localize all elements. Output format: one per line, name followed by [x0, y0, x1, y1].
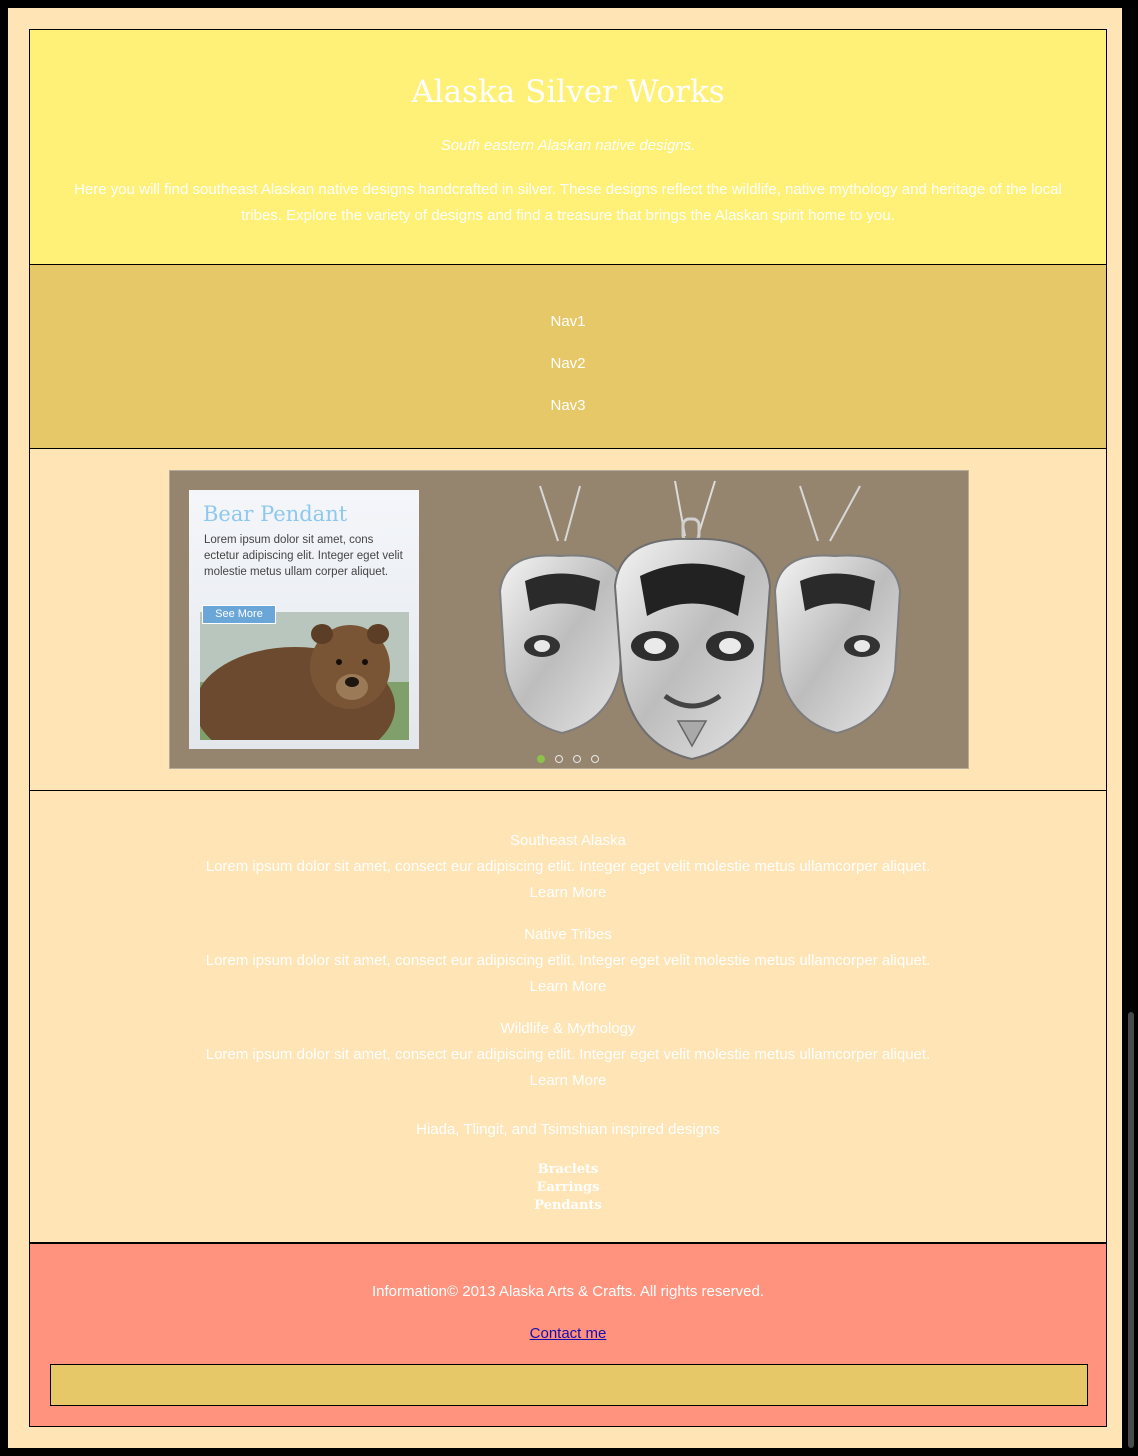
nav-item-2[interactable]: Nav2	[30, 343, 1106, 385]
intro-paragraph: Here you will find southeast Alaskan nat…	[74, 181, 1062, 224]
bear-photo	[200, 612, 409, 740]
promo-text: Lorem ipsum dolor sit amet, cons ectetur…	[204, 534, 403, 578]
inspired-designs-text: Hiada, Tlingit, and Tsimshian inspired d…	[416, 1121, 720, 1138]
topic-native-tribes: Native Tribes Lorem ipsum dolor sit amet…	[30, 922, 1106, 1000]
nav-item-3[interactable]: Nav3	[30, 385, 1106, 427]
contact-row: Contact me	[30, 1323, 1106, 1345]
topic-body: Lorem ipsum dolor sit amet, consect eur …	[205, 858, 931, 875]
banner-section: Bear Pendant Lorem ipsum dolor sit amet,…	[29, 448, 1107, 791]
site-header: Alaska Silver Works South eastern Alaska…	[29, 29, 1107, 265]
category-item-pendants[interactable]: Pendants	[30, 1197, 1106, 1215]
topic-body: Lorem ipsum dolor sit amet, consect eur …	[205, 952, 931, 969]
promo-title: Bear Pendant	[203, 502, 348, 526]
topic-heading: Wildlife & Mythology	[500, 1020, 636, 1037]
image-slideshow[interactable]: Bear Pendant Lorem ipsum dolor sit amet,…	[169, 470, 969, 769]
main-nav: Nav1 Nav2 Nav3	[29, 264, 1107, 449]
nav-item-label[interactable]: Nav1	[550, 313, 585, 330]
site-footer: Information© 2013 Alaska Arts & Crafts. …	[29, 1243, 1107, 1427]
footer-subbar	[50, 1364, 1088, 1406]
category-list: Braclets Earrings Pendants	[30, 1161, 1106, 1215]
category-item-earrings[interactable]: Earrings	[30, 1179, 1106, 1197]
nav-list: Nav1 Nav2 Nav3	[30, 301, 1106, 427]
pendant-image	[470, 471, 950, 768]
main-content: Southeast Alaska Lorem ipsum dolor sit a…	[29, 790, 1107, 1243]
see-more-button[interactable]: See More	[202, 605, 276, 624]
nav-item-label[interactable]: Nav3	[550, 397, 585, 414]
footer-info: Information© 2013 Alaska Arts & Crafts. …	[371, 1283, 765, 1300]
topic-wildlife-mythology: Wildlife & Mythology Lorem ipsum dolor s…	[30, 1016, 1106, 1094]
slide-dot-3[interactable]	[573, 755, 581, 763]
category-label[interactable]: Earrings	[537, 1180, 600, 1195]
site-title: Alaska Silver Works	[411, 74, 725, 110]
learn-more-link[interactable]: Learn More	[530, 1072, 607, 1089]
nav-item-label[interactable]: Nav2	[550, 355, 585, 372]
site-tagline: South eastern Alaskan native designs.	[440, 137, 696, 154]
topic-heading: Southeast Alaska	[510, 832, 626, 849]
learn-more-link[interactable]: Learn More	[530, 978, 607, 995]
topic-heading: Native Tribes	[524, 926, 612, 943]
category-label[interactable]: Braclets	[538, 1162, 599, 1177]
slide-dot-4[interactable]	[591, 755, 599, 763]
learn-more-link[interactable]: Learn More	[530, 884, 607, 901]
topic-body: Lorem ipsum dolor sit amet, consect eur …	[205, 1046, 931, 1063]
slide-dot-2[interactable]	[555, 755, 563, 763]
nav-item-1[interactable]: Nav1	[30, 301, 1106, 343]
slide-dot-1[interactable]	[537, 755, 545, 763]
slide-indicators	[537, 755, 617, 765]
contact-link[interactable]: Contact me	[530, 1325, 607, 1342]
category-label[interactable]: Pendants	[534, 1198, 601, 1213]
promo-card: Bear Pendant Lorem ipsum dolor sit amet,…	[189, 490, 419, 749]
vertical-scrollbar[interactable]	[1128, 1012, 1134, 1448]
topic-southeast-alaska: Southeast Alaska Lorem ipsum dolor sit a…	[30, 828, 1106, 906]
category-item-braclets[interactable]: Braclets	[30, 1161, 1106, 1179]
